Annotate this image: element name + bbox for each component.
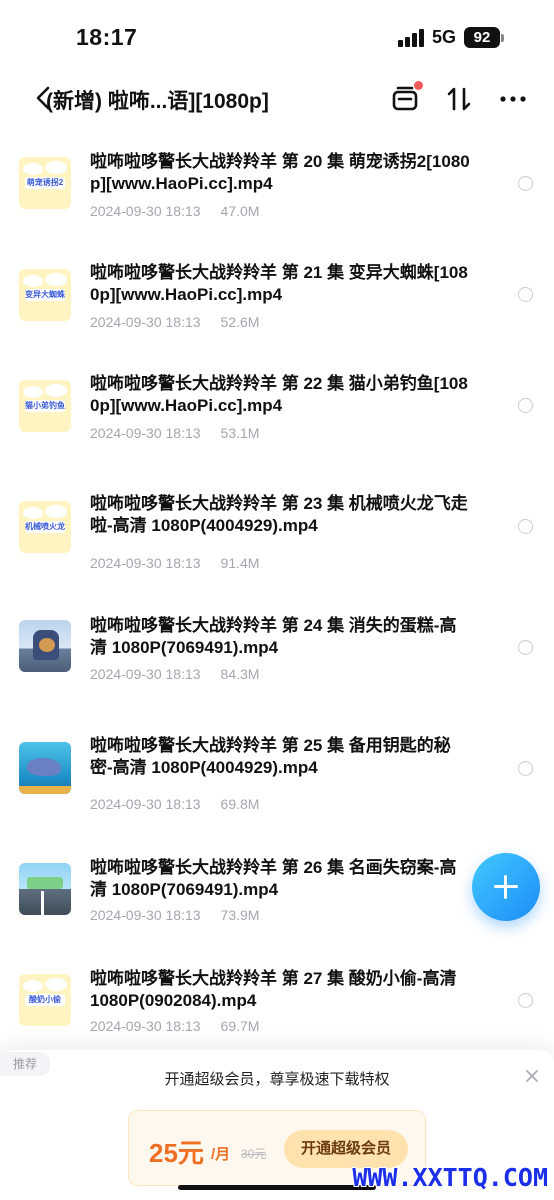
video-thumbnail — [19, 863, 71, 915]
file-date: 2024-09-30 18:13 — [90, 203, 201, 219]
battery-icon: 92 — [464, 27, 504, 48]
file-row[interactable]: 机械喷火龙飞走啦 啦咘啦哆警长大战羚羚羊 第 23 集 机械喷火龙飞走啦-高清 … — [0, 488, 554, 598]
price: 25元 — [149, 1138, 204, 1168]
video-thumbnail: 酸奶小偷 — [19, 974, 71, 1026]
file-size: 84.3M — [220, 666, 260, 682]
file-row[interactable]: 啦咘啦哆警长大战羚羚羊 第 24 集 消失的蛋糕-高清 1080P(706949… — [0, 614, 554, 724]
file-name: 啦咘啦哆警长大战羚羚羊 第 27 集 酸奶小偷-高清 1080P(0902084… — [90, 969, 457, 1010]
file-name: 啦咘啦哆警长大战羚羚羊 第 23 集 机械喷火龙飞走啦-高清 1080P(400… — [90, 494, 468, 535]
network-type: 5G — [431, 27, 456, 47]
file-name: 啦咘啦哆警长大战羚羚羊 第 25 集 备用钥匙的秘密-高清 1080P(4004… — [90, 736, 451, 777]
status-bar: 18:17 5G 92 — [0, 0, 554, 74]
close-icon[interactable] — [523, 1067, 541, 1085]
file-size: 47.0M — [220, 203, 260, 219]
file-meta: 2024-09-30 18:13 73.9M — [90, 907, 259, 923]
file-row[interactable]: 啦咘啦哆警长大战羚羚羊 第 26 集 名画失窃案-高清 1080P(706949… — [0, 856, 554, 966]
file-name: 啦咘啦哆警长大战羚羚羊 第 21 集 变异大蜘蛛[1080p][www.HaoP… — [90, 263, 468, 304]
file-size: 73.9M — [220, 907, 260, 923]
file-date: 2024-09-30 18:13 — [90, 555, 201, 571]
file-meta: 2024-09-30 18:13 53.1M — [90, 425, 259, 441]
video-thumbnail: 萌宠诱拐2 — [19, 157, 71, 209]
file-date: 2024-09-30 18:13 — [90, 666, 201, 682]
home-indicator — [178, 1185, 376, 1190]
file-size: 53.1M — [220, 425, 260, 441]
price-unit: /月 — [211, 1146, 231, 1163]
status-time: 18:17 — [76, 24, 138, 50]
file-meta: 2024-09-30 18:13 91.4M — [90, 555, 259, 571]
video-thumbnail — [19, 620, 71, 672]
file-date: 2024-09-30 18:13 — [90, 314, 201, 330]
file-date: 2024-09-30 18:13 — [90, 1018, 201, 1034]
select-checkbox[interactable] — [518, 287, 533, 302]
file-date: 2024-09-30 18:13 — [90, 796, 201, 812]
file-row[interactable]: 变异大蜘蛛 啦咘啦哆警长大战羚羚羊 第 21 集 变异大蜘蛛[1080p][ww… — [0, 257, 554, 367]
select-checkbox[interactable] — [518, 993, 533, 1008]
file-name: 啦咘啦哆警长大战羚羚羊 第 22 集 猫小弟钓鱼[1080p][www.HaoP… — [90, 374, 468, 415]
select-checkbox[interactable] — [518, 761, 533, 776]
file-size: 52.6M — [220, 314, 260, 330]
select-checkbox[interactable] — [518, 398, 533, 413]
more-icon[interactable] — [498, 84, 528, 114]
page-title: (新增) 啦咘...语][1080p] — [46, 90, 269, 113]
file-meta: 2024-09-30 18:13 84.3M — [90, 666, 259, 682]
file-name: 啦咘啦哆警长大战羚羚羊 第 26 集 名画失窃案-高清 1080P(706949… — [90, 858, 457, 899]
file-meta: 2024-09-30 18:13 69.8M — [90, 796, 259, 812]
select-checkbox[interactable] — [518, 640, 533, 655]
video-thumbnail: 机械喷火龙飞走啦 — [19, 501, 71, 553]
add-button[interactable] — [472, 853, 540, 921]
file-meta: 2024-09-30 18:13 69.7M — [90, 1018, 259, 1034]
original-price: 30元 — [241, 1147, 267, 1161]
file-size: 69.7M — [220, 1018, 260, 1034]
file-date: 2024-09-30 18:13 — [90, 907, 201, 923]
notification-dot — [414, 81, 423, 90]
video-thumbnail — [19, 742, 71, 794]
signal-icon — [397, 28, 424, 47]
video-thumbnail: 猫小弟钓鱼 — [19, 380, 71, 432]
select-checkbox[interactable] — [518, 519, 533, 534]
watermark: WWW.XXTTQ.COM — [352, 1163, 548, 1192]
video-thumbnail: 变异大蜘蛛 — [19, 269, 71, 321]
header: (新增) 啦咘...语][1080p] — [0, 74, 554, 124]
promo-text: 开通超级会员，尊享极速下载特权 — [164, 1071, 390, 1088]
sort-icon[interactable] — [444, 84, 474, 114]
inbox-button[interactable] — [390, 81, 423, 114]
file-size: 91.4M — [220, 555, 260, 571]
file-row[interactable]: 啦咘啦哆警长大战羚羚羊 第 25 集 备用钥匙的秘密-高清 1080P(4004… — [0, 734, 554, 844]
file-name: 啦咘啦哆警长大战羚羚羊 第 24 集 消失的蛋糕-高清 1080P(706949… — [90, 616, 457, 657]
file-meta: 2024-09-30 18:13 47.0M — [90, 203, 259, 219]
select-checkbox[interactable] — [518, 176, 533, 191]
file-name: 啦咘啦哆警长大战羚羚羊 第 20 集 萌宠诱拐2[1080p][www.HaoP… — [90, 152, 470, 193]
status-indicators: 5G 92 — [397, 27, 504, 48]
file-row[interactable]: 萌宠诱拐2 啦咘啦哆警长大战羚羚羊 第 20 集 萌宠诱拐2[1080p][ww… — [0, 146, 554, 256]
battery-level: 92 — [464, 27, 500, 48]
file-row[interactable]: 猫小弟钓鱼 啦咘啦哆警长大战羚羚羊 第 22 集 猫小弟钓鱼[1080p][ww… — [0, 368, 554, 478]
file-date: 2024-09-30 18:13 — [90, 425, 201, 441]
file-size: 69.8M — [220, 796, 260, 812]
file-meta: 2024-09-30 18:13 52.6M — [90, 314, 259, 330]
